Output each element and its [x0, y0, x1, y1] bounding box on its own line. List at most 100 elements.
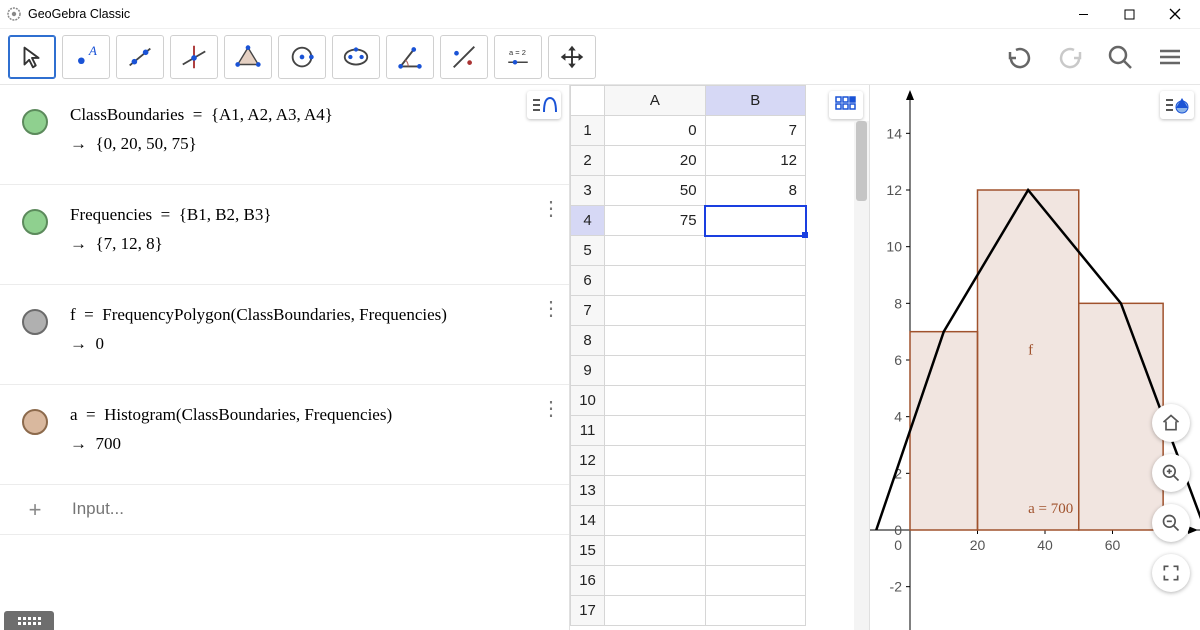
- visibility-toggle[interactable]: [0, 301, 70, 368]
- cell[interactable]: [705, 236, 805, 266]
- row-header[interactable]: 17: [571, 596, 605, 626]
- home-button[interactable]: [1152, 404, 1190, 442]
- virtual-keyboard-button[interactable]: [4, 611, 54, 630]
- row-header[interactable]: 3: [571, 176, 605, 206]
- cell[interactable]: [705, 566, 805, 596]
- cell[interactable]: 0: [605, 116, 705, 146]
- spreadsheet-table[interactable]: AB107220123508475567891011121314151617: [570, 85, 806, 626]
- undo-button[interactable]: [1004, 41, 1036, 73]
- cell[interactable]: [605, 416, 705, 446]
- cell[interactable]: 7: [705, 116, 805, 146]
- graphics-style-button[interactable]: [1160, 91, 1194, 119]
- tool-ellipse[interactable]: [332, 35, 380, 79]
- row-header[interactable]: 11: [571, 416, 605, 446]
- cell[interactable]: [605, 446, 705, 476]
- graphics-canvas[interactable]: -2024681012142040600fa = 700: [870, 85, 1200, 630]
- close-button[interactable]: [1152, 0, 1198, 29]
- row-header[interactable]: 7: [571, 296, 605, 326]
- cell[interactable]: [705, 326, 805, 356]
- cell[interactable]: 50: [605, 176, 705, 206]
- row-header[interactable]: 10: [571, 386, 605, 416]
- cell[interactable]: [605, 566, 705, 596]
- col-header[interactable]: A: [605, 86, 705, 116]
- cell[interactable]: [705, 416, 805, 446]
- tool-line[interactable]: [116, 35, 164, 79]
- row-header[interactable]: 9: [571, 356, 605, 386]
- maximize-button[interactable]: [1106, 0, 1152, 29]
- cell[interactable]: [705, 296, 805, 326]
- cell[interactable]: 12: [705, 146, 805, 176]
- graphics-view[interactable]: -2024681012142040600fa = 700: [870, 85, 1200, 630]
- row-header[interactable]: 1: [571, 116, 605, 146]
- tool-perpendicular[interactable]: [170, 35, 218, 79]
- row-header[interactable]: 12: [571, 446, 605, 476]
- tool-circle[interactable]: [278, 35, 326, 79]
- zoom-out-button[interactable]: [1152, 504, 1190, 542]
- cell[interactable]: [705, 476, 805, 506]
- add-input-button[interactable]: +: [0, 495, 70, 524]
- row-header[interactable]: 6: [571, 266, 605, 296]
- cell[interactable]: [605, 506, 705, 536]
- row-header[interactable]: 2: [571, 146, 605, 176]
- cell[interactable]: [705, 206, 805, 236]
- algebra-definition: ClassBoundaries = {A1, A2, A3, A4}→ {0, …: [70, 101, 533, 168]
- cell[interactable]: 8: [705, 176, 805, 206]
- search-button[interactable]: [1104, 41, 1136, 73]
- row-header[interactable]: 4: [571, 206, 605, 236]
- algebra-item[interactable]: f = FrequencyPolygon(ClassBoundaries, Fr…: [0, 285, 569, 385]
- visibility-toggle[interactable]: [0, 401, 70, 468]
- menu-button[interactable]: [1154, 41, 1186, 73]
- cell[interactable]: [605, 476, 705, 506]
- cell[interactable]: [705, 446, 805, 476]
- algebra-style-button[interactable]: [527, 91, 561, 119]
- visibility-toggle[interactable]: [0, 101, 70, 168]
- cell[interactable]: [605, 536, 705, 566]
- zoom-in-button[interactable]: [1152, 454, 1190, 492]
- tool-slider[interactable]: a = 2: [494, 35, 542, 79]
- row-header[interactable]: 15: [571, 536, 605, 566]
- tool-move[interactable]: [8, 35, 56, 79]
- visibility-toggle[interactable]: [0, 201, 70, 268]
- row-header[interactable]: 13: [571, 476, 605, 506]
- tool-reflect[interactable]: [440, 35, 488, 79]
- algebra-input[interactable]: [70, 498, 569, 520]
- tool-move-view[interactable]: [548, 35, 596, 79]
- cell[interactable]: [705, 596, 805, 626]
- cell[interactable]: [605, 326, 705, 356]
- col-header[interactable]: B: [705, 86, 805, 116]
- cell[interactable]: 20: [605, 146, 705, 176]
- cell[interactable]: [605, 356, 705, 386]
- cell[interactable]: [705, 266, 805, 296]
- minimize-button[interactable]: [1060, 0, 1106, 29]
- item-menu-button[interactable]: ⋮: [533, 201, 569, 268]
- cell[interactable]: [605, 266, 705, 296]
- svg-text:8: 8: [894, 295, 902, 311]
- redo-button[interactable]: [1054, 41, 1086, 73]
- cell[interactable]: [605, 236, 705, 266]
- tool-polygon[interactable]: [224, 35, 272, 79]
- cell[interactable]: [605, 296, 705, 326]
- row-header[interactable]: 5: [571, 236, 605, 266]
- cell[interactable]: [705, 506, 805, 536]
- algebra-item[interactable]: ClassBoundaries = {A1, A2, A3, A4}→ {0, …: [0, 85, 569, 185]
- tool-point[interactable]: A: [62, 35, 110, 79]
- cell[interactable]: [705, 386, 805, 416]
- cell[interactable]: [705, 536, 805, 566]
- item-menu-button[interactable]: ⋮: [533, 401, 569, 468]
- svg-text:A: A: [88, 43, 98, 58]
- row-header[interactable]: 14: [571, 506, 605, 536]
- item-menu-button[interactable]: ⋮: [533, 301, 569, 368]
- cell[interactable]: 75: [605, 206, 705, 236]
- tool-angle[interactable]: [386, 35, 434, 79]
- row-header[interactable]: 8: [571, 326, 605, 356]
- row-header[interactable]: 16: [571, 566, 605, 596]
- cell[interactable]: [605, 596, 705, 626]
- cell[interactable]: [605, 386, 705, 416]
- algebra-item[interactable]: a = Histogram(ClassBoundaries, Frequenci…: [0, 385, 569, 485]
- cell[interactable]: [705, 356, 805, 386]
- spreadsheet-scrollbar[interactable]: [854, 121, 869, 630]
- fullscreen-button[interactable]: [1152, 554, 1190, 592]
- algebra-definition: a = Histogram(ClassBoundaries, Frequenci…: [70, 401, 533, 468]
- algebra-item[interactable]: Frequencies = {B1, B2, B3}→ {7, 12, 8}⋮: [0, 185, 569, 285]
- spreadsheet-style-button[interactable]: [829, 91, 863, 119]
